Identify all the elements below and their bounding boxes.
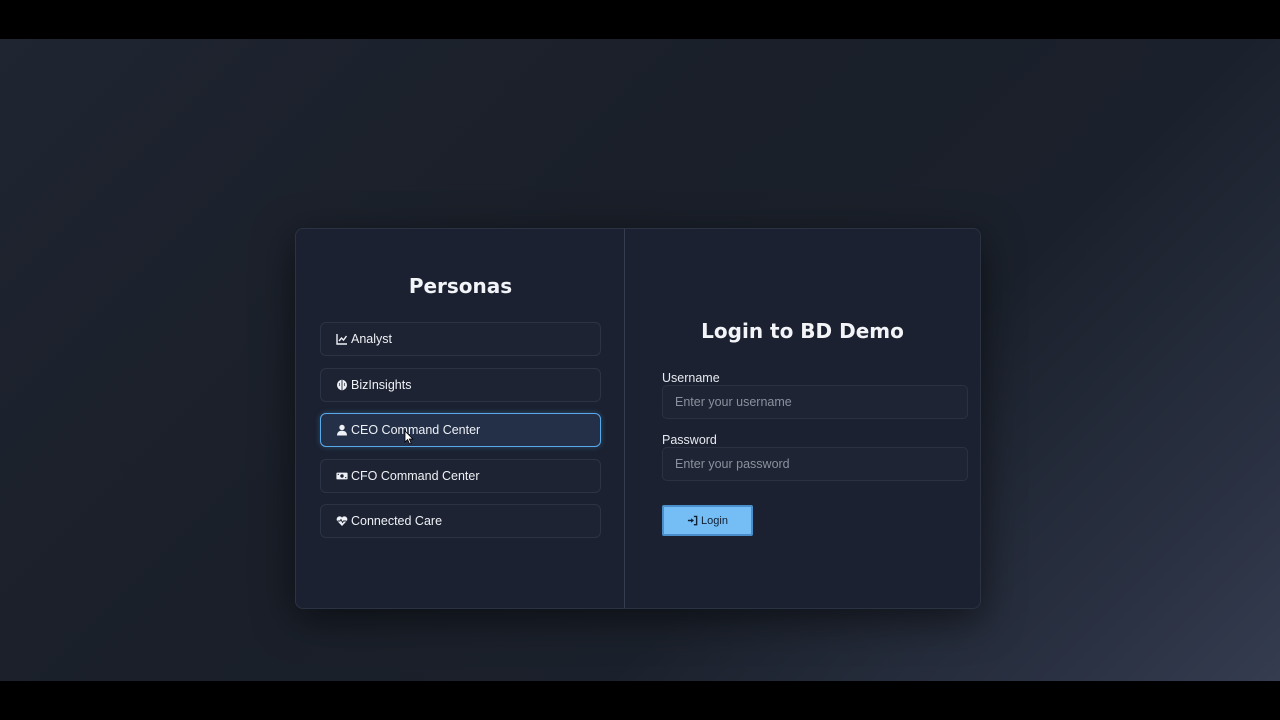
personas-panel: Personas Analyst BizInsights CEO Command…	[296, 229, 625, 608]
persona-analyst[interactable]: Analyst	[320, 322, 601, 356]
persona-label: BizInsights	[351, 377, 412, 392]
persona-bizinsights[interactable]: BizInsights	[320, 367, 601, 402]
persona-label: CFO Command Center	[351, 468, 480, 483]
persona-ceo-command-center[interactable]: CEO Command Center	[320, 413, 601, 448]
login-panel: Login to BD Demo Username Password Login	[625, 229, 980, 608]
username-label: Username	[662, 371, 720, 385]
persona-list: Analyst BizInsights CEO Command Center C…	[320, 322, 601, 550]
login-title: Login to BD Demo	[701, 319, 904, 343]
username-input[interactable]	[662, 385, 968, 419]
chart-line-icon	[335, 333, 348, 346]
password-input[interactable]	[662, 447, 968, 481]
money-bill-icon	[335, 469, 348, 482]
user-icon	[335, 424, 348, 437]
persona-label: Connected Care	[351, 514, 443, 529]
persona-label: CEO Command Center	[351, 423, 481, 438]
page-background: Personas Analyst BizInsights CEO Command…	[0, 39, 1280, 681]
brain-icon	[335, 378, 348, 391]
letterbox-bottom	[0, 681, 1280, 720]
persona-cfo-command-center[interactable]: CFO Command Center	[320, 458, 601, 493]
letterbox-top	[0, 0, 1280, 39]
persona-label: Analyst	[351, 332, 392, 346]
persona-connected-care[interactable]: Connected Care	[320, 504, 601, 539]
login-button[interactable]: Login	[662, 505, 753, 536]
personas-title: Personas	[408, 274, 513, 298]
sign-in-icon	[687, 515, 701, 526]
login-button-label: Login	[701, 514, 728, 527]
mouse-cursor-icon	[404, 430, 414, 445]
heart-pulse-icon	[335, 515, 348, 528]
password-label: Password	[662, 433, 717, 447]
login-card: Personas Analyst BizInsights CEO Command…	[295, 228, 981, 609]
